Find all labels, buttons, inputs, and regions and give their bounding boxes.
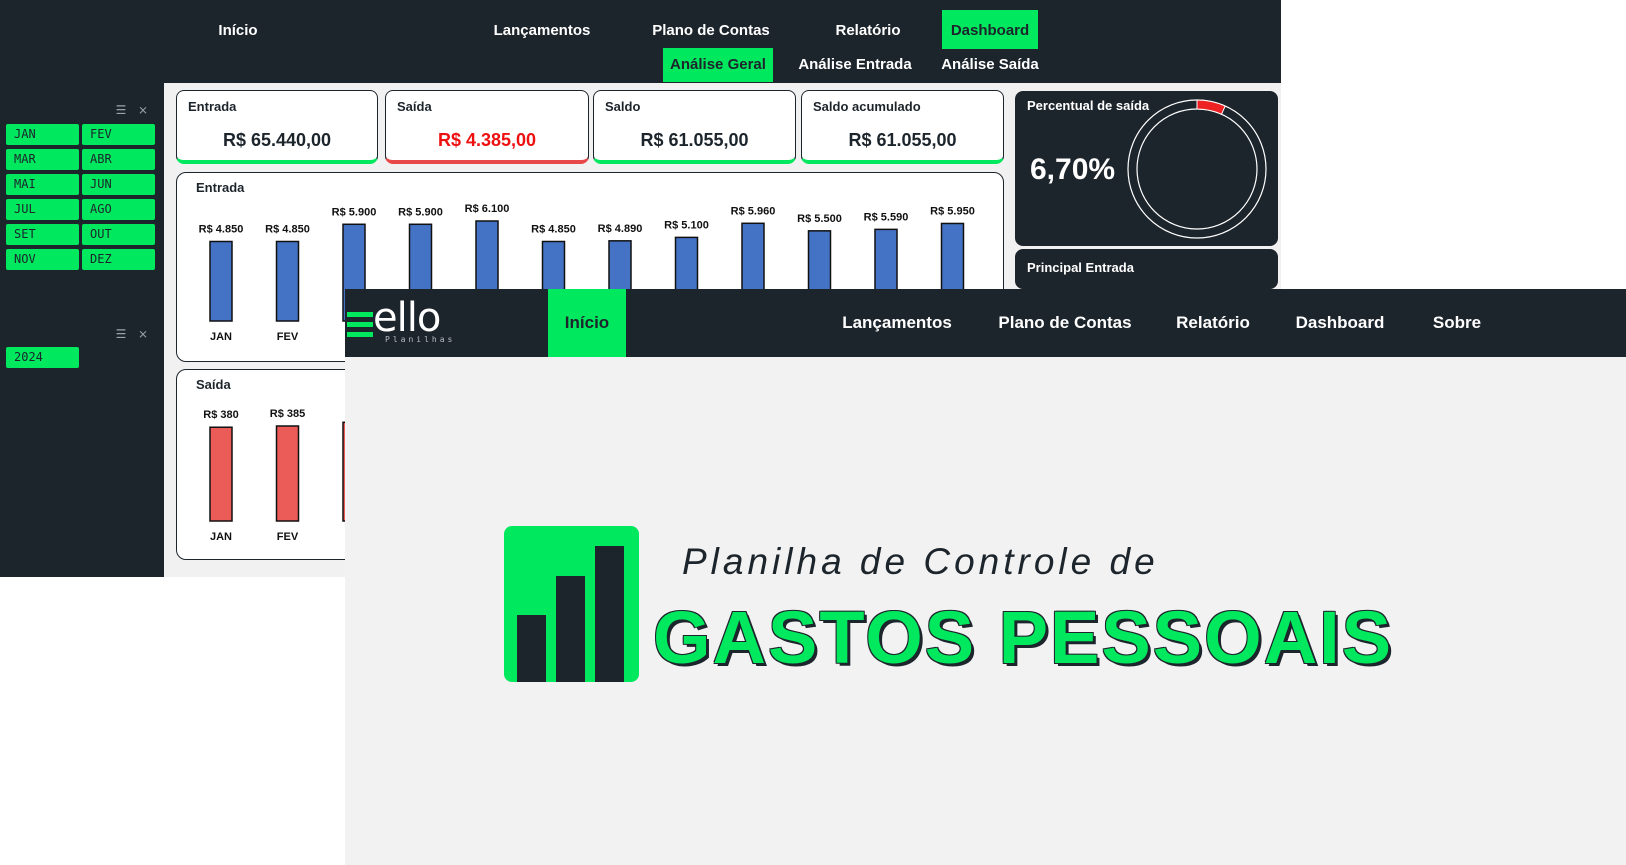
entrada-category-label-0: JAN — [210, 331, 232, 343]
donut-saida-slice — [1196, 99, 1226, 115]
kpi-saldo-value: R$ 61.055,00 — [640, 130, 749, 150]
entrada-bar-0 — [209, 240, 233, 322]
front-nav-lancamentos[interactable]: Lançamentos — [837, 289, 957, 357]
saida-chart-title: Saída — [196, 377, 231, 392]
kpi-entrada: Entrada R$ 65.440,00 — [176, 90, 378, 164]
dashboard-top-nav: Início Lançamentos Plano de Contas Relat… — [0, 0, 1281, 83]
month-ago[interactable]: AGO — [82, 199, 155, 220]
kpi-saldo: Saldo R$ 61.055,00 — [593, 90, 796, 164]
entrada-data-label-8: R$ 5.960 — [731, 205, 776, 217]
logo-bar-3 — [347, 332, 373, 337]
kpi-saldo-label: Saldo — [605, 99, 641, 114]
entrada-data-label-5: R$ 4.850 — [531, 223, 576, 235]
nav-dashboard[interactable]: Dashboard — [942, 10, 1038, 49]
clear-filter-icon[interactable]: ⨯ — [134, 327, 152, 341]
bar-chart-logo-icon — [504, 526, 639, 682]
month-slicer-toolbar: ☰ ⨯ — [112, 101, 156, 117]
saida-category-label-0: JAN — [210, 531, 232, 543]
logo-bar-1 — [347, 312, 373, 317]
kpi-entrada-label: Entrada — [188, 99, 237, 114]
month-jul[interactable]: JUL — [6, 199, 79, 220]
subnav-analise-geral[interactable]: Análise Geral — [663, 48, 773, 82]
entrada-data-label-2: R$ 5.900 — [332, 206, 377, 218]
principal-entrada-card: Principal Entrada — [1015, 249, 1278, 289]
month-set[interactable]: SET — [6, 224, 79, 245]
front-nav-sobre[interactable]: Sobre — [1427, 289, 1487, 357]
saida-data-label-1: R$ 385 — [270, 408, 305, 420]
multi-select-icon[interactable]: ☰ — [112, 327, 130, 341]
inicio-top-nav: ello Planilhas Início Lançamentos Plano … — [345, 289, 1626, 357]
kpi-saldo-acumulado-label: Saldo acumulado — [813, 99, 921, 114]
month-jun[interactable]: JUN — [82, 174, 155, 195]
month-nov[interactable]: NOV — [6, 249, 79, 270]
nav-inicio[interactable]: Início — [208, 10, 268, 49]
saida-bar-0 — [209, 426, 233, 522]
month-out[interactable]: OUT — [82, 224, 155, 245]
month-abr[interactable]: ABR — [82, 149, 155, 170]
month-dez[interactable]: DEZ — [82, 249, 155, 270]
year-2024[interactable]: 2024 — [6, 347, 79, 368]
entrada-data-label-6: R$ 4.890 — [598, 223, 643, 235]
kpi-entrada-value: R$ 65.440,00 — [222, 130, 332, 150]
donut-inner-ring — [1136, 108, 1258, 230]
year-slicer-toolbar: ☰ ⨯ — [112, 325, 156, 341]
kpi-saida-value: R$ 4.385,00 — [437, 130, 537, 150]
logo-subtitle: Planilhas — [385, 335, 456, 344]
kpi-saldo-acumulado: Saldo acumulado R$ 61.055,00 — [801, 90, 1004, 164]
inicio-window: ello Planilhas Início Lançamentos Plano … — [345, 289, 1626, 865]
kpi-saldo-acumulado-value: R$ 61.055,00 — [848, 130, 957, 150]
entrada-data-label-10: R$ 5.590 — [864, 211, 909, 223]
ello-logo: ello Planilhas — [345, 295, 475, 347]
slicer-panel: ☰ ⨯ JAN FEV MAR ABR MAI JUN JUL AGO SET O… — [0, 83, 164, 577]
entrada-bar-1 — [275, 240, 300, 322]
logo-bar-short — [517, 615, 546, 682]
entrada-data-label-4: R$ 6.100 — [465, 203, 510, 215]
saida-bar-1 — [275, 425, 300, 522]
front-nav-relatorio[interactable]: Relatório — [1173, 289, 1253, 357]
entrada-data-label-1: R$ 4.850 — [265, 223, 310, 235]
entrada-data-label-0: R$ 4.850 — [199, 223, 244, 235]
entrada-category-label-1: FEV — [277, 331, 299, 343]
nav-plano-de-contas[interactable]: Plano de Contas — [650, 10, 772, 49]
subnav-analise-entrada[interactable]: Análise Entrada — [792, 48, 918, 82]
entrada-data-label-7: R$ 5.100 — [664, 219, 709, 231]
percentual-saida-donut — [1127, 99, 1267, 239]
month-mar[interactable]: MAR — [6, 149, 79, 170]
principal-entrada-label: Principal Entrada — [1027, 260, 1134, 275]
saida-data-label-0: R$ 380 — [203, 409, 238, 421]
kpi-saida-label: Saída — [397, 99, 432, 114]
percentual-saida-value: 6,70% — [1030, 153, 1116, 186]
logo-bar-medium — [556, 576, 585, 682]
clear-filter-icon[interactable]: ⨯ — [134, 103, 152, 117]
front-nav-inicio[interactable]: Início — [548, 289, 626, 357]
entrada-data-label-9: R$ 5.500 — [797, 213, 842, 225]
month-fev[interactable]: FEV — [82, 124, 155, 145]
saida-category-label-1: FEV — [277, 531, 299, 543]
entrada-chart-title: Entrada — [196, 180, 245, 195]
subnav-analise-saida[interactable]: Análise Saída — [935, 48, 1045, 82]
logo-bar-tall — [595, 546, 624, 682]
hero-subtitle: Planilha de Controle de — [682, 541, 1159, 582]
percentual-saida-card: Percentual de saída 6,70% — [1015, 91, 1278, 246]
entrada-data-label-11: R$ 5.950 — [930, 205, 975, 217]
front-nav-plano-de-contas[interactable]: Plano de Contas — [997, 289, 1133, 357]
nav-lancamentos[interactable]: Lançamentos — [490, 10, 594, 49]
nav-relatorio[interactable]: Relatório — [829, 10, 907, 49]
front-nav-dashboard[interactable]: Dashboard — [1293, 289, 1387, 357]
kpi-saida: Saída R$ 4.385,00 — [385, 90, 589, 164]
month-jan[interactable]: JAN — [6, 124, 79, 145]
donut-outer-ring — [1127, 99, 1267, 239]
logo-bar-2 — [347, 322, 373, 327]
month-mai[interactable]: MAI — [6, 174, 79, 195]
multi-select-icon[interactable]: ☰ — [112, 103, 130, 117]
hero-title: GASTOS PESSOAIS — [653, 596, 1394, 679]
entrada-data-label-3: R$ 5.900 — [398, 206, 443, 218]
